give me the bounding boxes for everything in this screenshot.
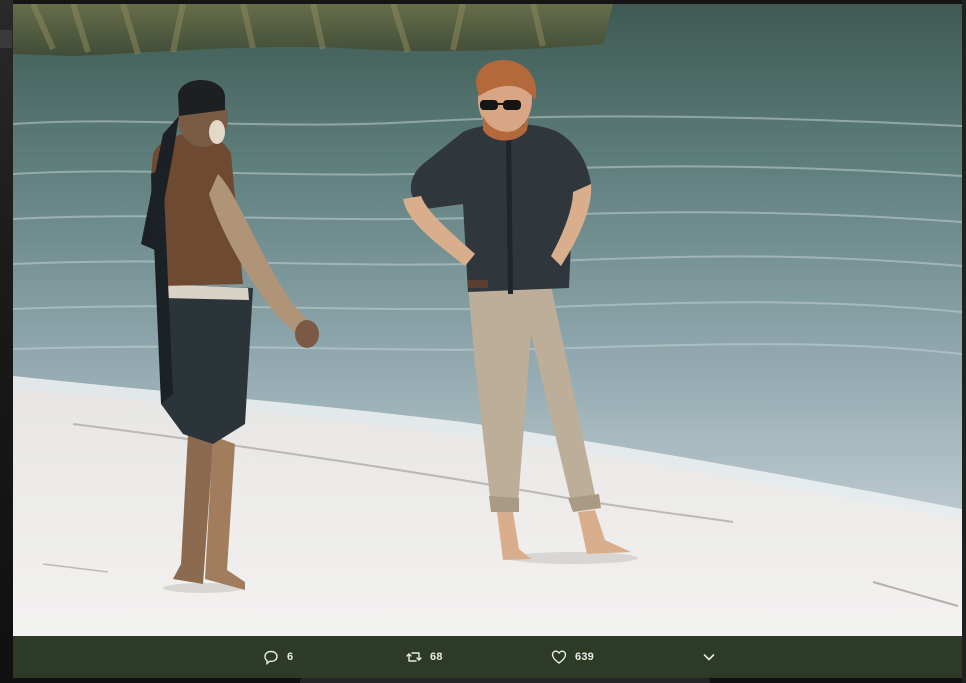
reply-count: 6: [287, 651, 294, 663]
like-count: 639: [575, 651, 594, 663]
background-page-fragment: [0, 30, 12, 48]
heart-icon: [551, 649, 567, 665]
lightbox-screen: 6 68 639: [0, 0, 966, 683]
reply-icon: [263, 649, 279, 665]
background-page-left: [0, 0, 13, 683]
retweet-button[interactable]: 68: [406, 636, 443, 678]
background-media-peek: [300, 678, 710, 683]
retweet-icon: [406, 649, 422, 665]
background-page-bottom: [13, 678, 962, 683]
chevron-down-icon: [701, 649, 717, 665]
reply-button[interactable]: 6: [263, 636, 293, 678]
retweet-count: 68: [430, 651, 443, 663]
tweet-action-bar: 6 68 639: [13, 636, 962, 678]
background-page-right: [962, 0, 966, 683]
more-options-button[interactable]: [701, 636, 717, 678]
beach-photo-illustration: [13, 4, 962, 636]
tweet-photo[interactable]: [13, 4, 962, 636]
like-button[interactable]: 639: [551, 636, 594, 678]
